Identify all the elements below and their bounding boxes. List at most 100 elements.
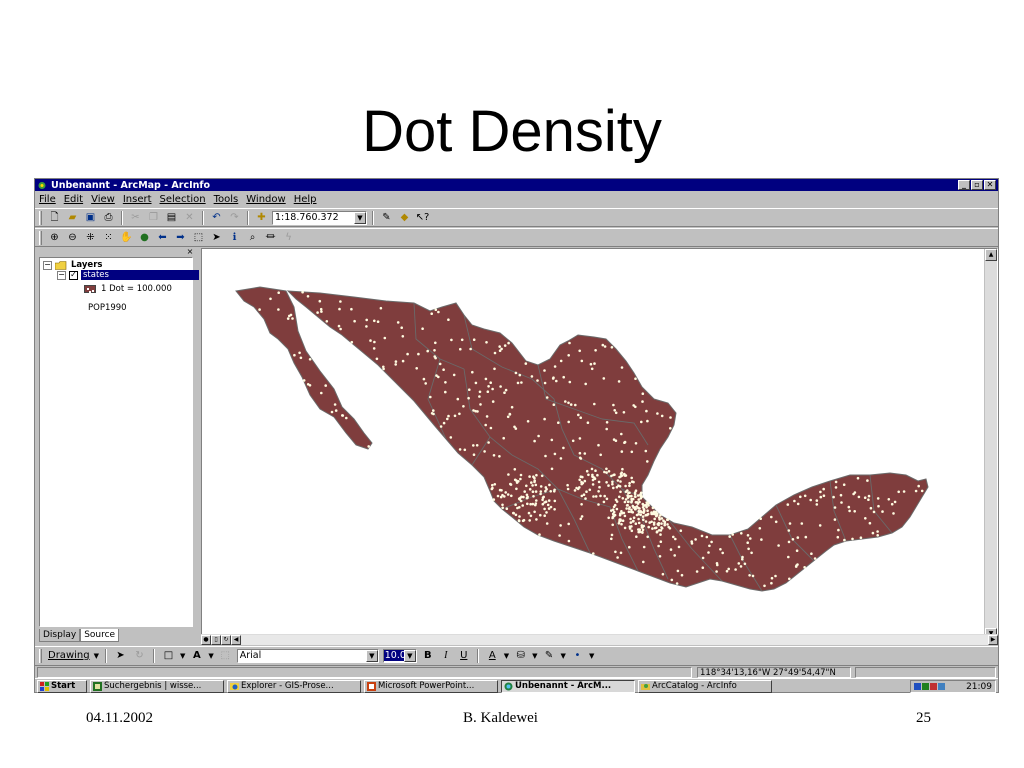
forward-icon[interactable]: ➡ (173, 230, 188, 245)
hyperlink-icon[interactable]: ϟ (281, 230, 296, 245)
toc-field-row[interactable]: POP1990 (88, 303, 127, 313)
whats-this-icon[interactable]: ↖? (415, 210, 430, 225)
menu-file[interactable]: File (39, 194, 56, 205)
arctoolbox-icon[interactable]: ◆ (397, 210, 412, 225)
menu-help[interactable]: Help (294, 194, 317, 205)
print-icon[interactable]: ⎙ (101, 210, 116, 225)
minimize-button[interactable]: _ (958, 180, 970, 190)
network-icon[interactable] (914, 683, 921, 690)
fixed-zoom-in-icon[interactable]: ⁜ (83, 230, 98, 245)
open-icon[interactable]: ▰ (65, 210, 80, 225)
text-tool-icon[interactable]: A (189, 648, 204, 663)
start-button[interactable]: Start (37, 679, 87, 693)
tray-app-icon[interactable] (922, 683, 929, 690)
scroll-right-icon[interactable]: ▶ (988, 634, 998, 645)
marker-color-icon[interactable]: • (570, 648, 585, 663)
chevron-down-icon[interactable]: ▼ (504, 652, 509, 660)
new-icon[interactable]: 🗋 (47, 210, 62, 225)
underline-button[interactable]: U (457, 650, 471, 661)
volume-icon[interactable] (930, 683, 937, 690)
toc-legend-row[interactable]: 1 Dot = 100.000 (84, 284, 172, 294)
toolbar-grip[interactable] (39, 648, 42, 663)
map-scale-select[interactable]: 1:18.760.372 ▼ (272, 210, 367, 225)
copy-icon[interactable]: ❐ (146, 210, 161, 225)
taskbar-item-arccatalog[interactable]: ArcCatalog - ArcInfo (638, 679, 772, 693)
tab-source[interactable]: Source (80, 629, 120, 642)
italic-button[interactable]: I (439, 650, 453, 661)
taskbar-item-explorer[interactable]: Explorer - GIS-Prose... (227, 679, 361, 693)
line-color-icon[interactable]: ✎ (542, 648, 557, 663)
tab-display[interactable]: Display (39, 629, 81, 642)
menu-selection[interactable]: Selection (160, 194, 206, 205)
back-icon[interactable]: ⬅ (155, 230, 170, 245)
font-name-select[interactable]: Arial ▼ (236, 648, 379, 663)
chevron-down-icon[interactable]: ▼ (365, 649, 378, 662)
menu-tools[interactable]: Tools (214, 194, 239, 205)
add-data-icon[interactable]: ✚ (254, 210, 269, 225)
taskbar-item-arcmap[interactable]: Unbenannt - ArcM... (501, 679, 635, 693)
menu-view[interactable]: View (91, 194, 115, 205)
toc-layer-states[interactable]: states (81, 270, 199, 280)
chevron-down-icon[interactable]: ▼ (403, 649, 416, 662)
refresh-icon[interactable]: ↻ (221, 634, 231, 645)
drawing-menu[interactable]: Drawing (48, 650, 90, 661)
rectangle-icon[interactable]: □ (161, 648, 176, 663)
map-display[interactable]: ▲ ▼ (201, 248, 998, 642)
restore-button[interactable]: ▫ (971, 180, 983, 190)
menu-edit[interactable]: Edit (64, 194, 83, 205)
chevron-down-icon[interactable]: ▼ (208, 652, 213, 660)
font-size-select[interactable]: 10.0 ▼ (382, 648, 417, 663)
toc-states-row[interactable]: − ✓ states (57, 270, 199, 280)
cut-icon[interactable]: ✂ (128, 210, 143, 225)
save-icon[interactable]: ▣ (83, 210, 98, 225)
close-button[interactable]: ✕ (984, 180, 996, 190)
full-extent-icon[interactable]: ● (137, 230, 152, 245)
layout-view-icon[interactable]: ▯ (211, 634, 221, 645)
horizontal-scrollbar[interactable] (241, 634, 988, 645)
select-elements-icon[interactable]: ➤ (209, 230, 224, 245)
clock[interactable]: 21:09 (966, 682, 992, 692)
window-titlebar[interactable]: Unbenannt - ArcMap - ArcInfo _ ▫ ✕ (35, 179, 998, 191)
chevron-down-icon[interactable]: ▼ (94, 652, 99, 660)
layer-visibility-checkbox[interactable]: ✓ (69, 270, 78, 280)
toolbar-grip[interactable] (39, 230, 42, 245)
toc-layers-row[interactable]: − Layers (43, 260, 102, 270)
rotate-icon[interactable]: ↻ (132, 648, 147, 663)
taskbar-item-powerpoint[interactable]: Microsoft PowerPoint... (364, 679, 498, 693)
measure-icon[interactable]: ⏛ (263, 230, 278, 245)
chevron-down-icon[interactable]: ▼ (180, 652, 185, 660)
vertical-scrollbar[interactable]: ▲ ▼ (984, 249, 997, 641)
delete-icon[interactable]: ✕ (182, 210, 197, 225)
mexico-dot-density-map[interactable] (202, 249, 983, 641)
menu-window[interactable]: Window (246, 194, 285, 205)
redo-icon[interactable]: ↷ (227, 210, 242, 225)
edit-vertices-icon[interactable]: ⬚ (218, 648, 233, 663)
collapse-icon[interactable]: − (43, 260, 52, 270)
scroll-up-icon[interactable]: ▲ (985, 249, 997, 261)
toolbar-grip[interactable] (39, 210, 42, 225)
chevron-down-icon[interactable]: ▼ (532, 652, 537, 660)
select-elements-icon[interactable]: ➤ (113, 648, 128, 663)
data-view-icon[interactable]: ● (201, 634, 211, 645)
select-features-icon[interactable]: ⬚ (191, 230, 206, 245)
chevron-down-icon[interactable]: ▼ (589, 652, 594, 660)
taskbar-item-search-results[interactable]: Suchergebnis | wisse... (90, 679, 224, 693)
collapse-icon[interactable]: − (57, 270, 66, 280)
close-icon[interactable]: × (185, 248, 195, 256)
editor-icon[interactable]: ✎ (379, 210, 394, 225)
scroll-left-icon[interactable]: ◀ (231, 634, 241, 645)
menu-insert[interactable]: Insert (123, 194, 152, 205)
find-icon[interactable]: ⌕ (245, 230, 260, 245)
fill-color-icon[interactable]: ⛁ (513, 648, 528, 663)
zoom-out-icon[interactable]: ⊖ (65, 230, 80, 245)
paste-icon[interactable]: ▤ (164, 210, 179, 225)
monitor-icon[interactable] (938, 683, 945, 690)
font-color-icon[interactable]: A (485, 648, 500, 663)
chevron-down-icon[interactable]: ▼ (561, 652, 566, 660)
bold-button[interactable]: B (421, 650, 435, 661)
identify-icon[interactable]: ℹ (227, 230, 242, 245)
fixed-zoom-out-icon[interactable]: ⁙ (101, 230, 116, 245)
undo-icon[interactable]: ↶ (209, 210, 224, 225)
zoom-in-icon[interactable]: ⊕ (47, 230, 62, 245)
chevron-down-icon[interactable]: ▼ (354, 211, 366, 224)
